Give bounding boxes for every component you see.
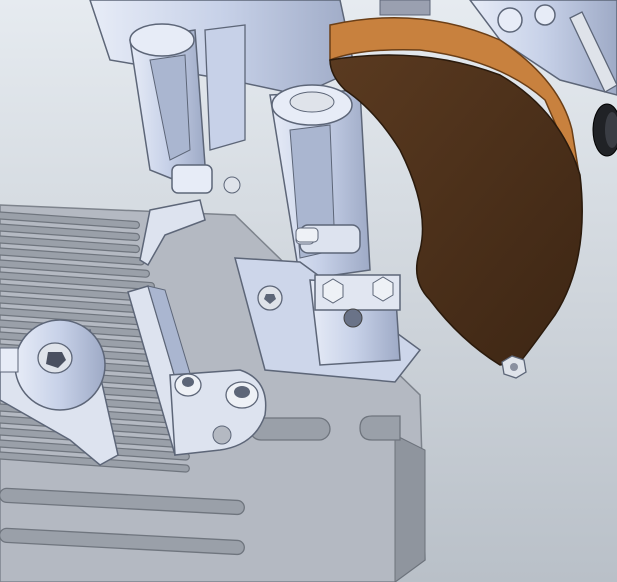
mount-block <box>234 257 422 383</box>
pivot-pin <box>295 227 319 243</box>
plate-notch <box>359 415 401 441</box>
cad-model-render[interactable] <box>0 0 617 582</box>
socket-screw <box>257 285 283 311</box>
guard-nut <box>501 355 527 379</box>
socket-screw <box>225 381 259 409</box>
cad-3d-viewport[interactable] <box>0 0 617 582</box>
socket-screw <box>174 373 202 397</box>
dark-knob <box>592 103 617 157</box>
